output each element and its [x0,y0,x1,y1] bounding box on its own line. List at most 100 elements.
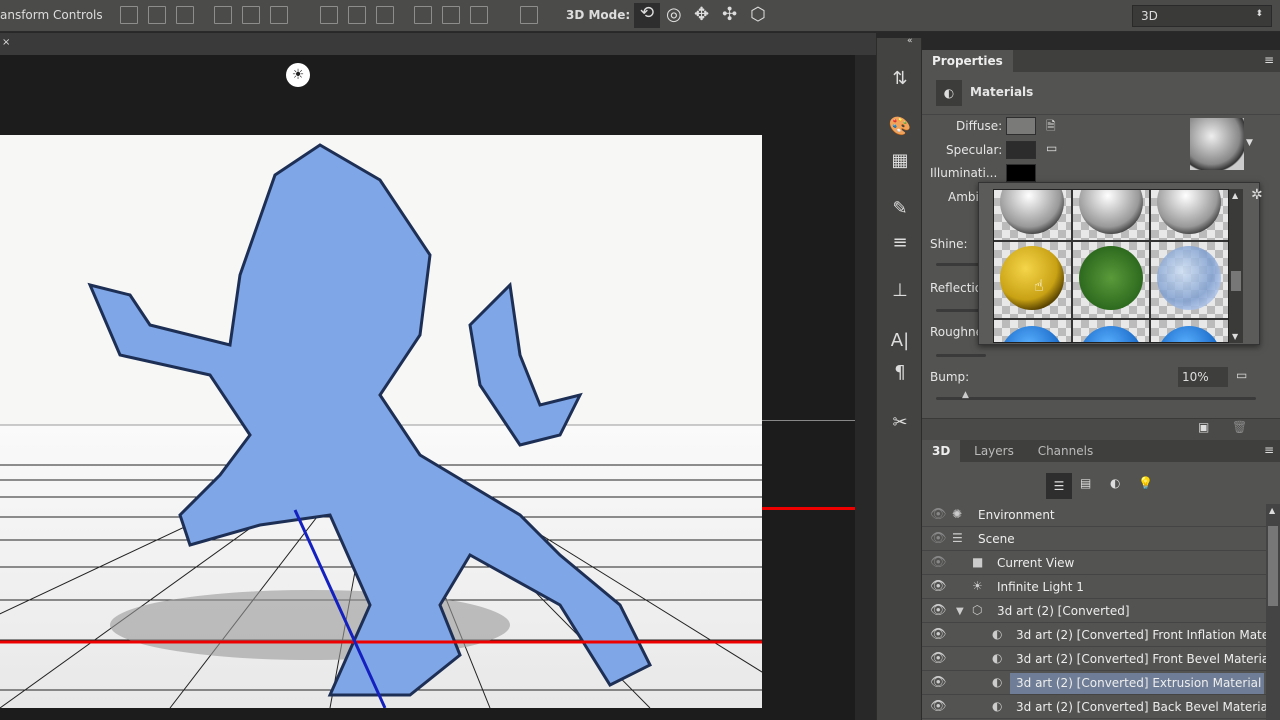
visibility-eye-icon[interactable]: 👁 [930,507,947,522]
visibility-eye-icon[interactable]: 👁 [930,555,947,570]
tree-row-environment[interactable]: 👁 ✺ Environment [922,504,1266,527]
bump-slider[interactable]: ▲ [936,390,1256,400]
material-preview[interactable] [1190,118,1244,170]
drag-3d-icon[interactable]: ✥ [694,4,709,25]
visibility-eye-icon[interactable]: 👁 [930,627,947,642]
material-blue-1[interactable] [994,320,1071,342]
material-icon: ◐ [992,627,1003,641]
tree-row-material-selected[interactable]: 👁 ◐ 3d art (2) [Converted] Extrusion Mater… [922,672,1266,695]
visibility-eye-icon[interactable]: 👁 [930,579,947,594]
texture-icon[interactable]: 🗎 [1046,117,1056,138]
document-canvas[interactable] [0,135,762,708]
illumination-label: Illuminati... [930,166,998,180]
collapse-icon[interactable]: « [907,36,913,46]
illumination-swatch[interactable] [1006,164,1036,182]
character-icon[interactable]: A| [887,328,913,354]
distribute-top-icon[interactable] [320,6,338,24]
material-blue-2[interactable] [1072,320,1150,342]
material-yellow[interactable]: ☝ [994,242,1071,318]
material-gray-2[interactable] [1072,190,1150,240]
bump-value: 10% [1182,370,1209,384]
visibility-eye-icon[interactable]: 👁 [930,651,947,666]
auto-align-icon[interactable] [520,6,538,24]
tree-row-infinite-light[interactable]: 👁 ☀ Infinite Light 1 [922,576,1266,599]
environment-icon: ✺ [952,507,963,521]
brushes-icon[interactable]: ✎ [887,196,913,222]
tree-row-material[interactable]: 👁 ◐ 3d art (2) [Converted] Front Inflation… [922,624,1280,647]
scale-3d-icon[interactable]: ⬡ [750,4,766,25]
shine-label: Shine: [930,237,968,251]
paragraph-icon[interactable]: ¶ [887,360,913,386]
swatches-icon[interactable]: 🎨 [887,114,913,140]
render-icon[interactable]: ▣ [1198,420,1209,434]
expand-triangle-icon[interactable]: ▼ [956,606,964,617]
distribute-hcenter-icon[interactable] [442,6,460,24]
specular-swatch[interactable] [1006,141,1036,159]
tree-scrollbar[interactable]: ▲ [1266,504,1280,720]
material-grid: ☝ [993,189,1229,343]
panel-menu-icon[interactable]: ≡ [1258,50,1280,70]
distribute-right-icon[interactable] [470,6,488,24]
picker-settings-gear-icon[interactable]: ✲ [1251,187,1263,203]
align-vcenter-icon[interactable] [148,6,166,24]
tab-channels[interactable]: Channels [1028,440,1104,462]
distribute-left-icon[interactable] [414,6,432,24]
horizon-line [762,420,855,421]
material-blue-3[interactable] [1151,320,1228,342]
tool-presets-icon[interactable]: ✂ [887,410,913,436]
visibility-eye-icon[interactable]: 👁 [930,531,947,546]
filter-materials-icon[interactable]: ◐ [1110,476,1120,490]
workspace-select[interactable]: 3D ⬍ [1132,5,1272,27]
brush-presets-icon[interactable]: ≡ [887,230,913,256]
clone-source-icon[interactable]: ⊥ [887,278,913,304]
material-picker-popup: ☝ ▲ ▼ ✲ [978,182,1263,345]
roll-3d-icon[interactable]: ◎ [666,4,682,25]
tab-properties[interactable]: Properties [922,50,1013,72]
picker-scrollbar[interactable]: ▲ ▼ [1229,189,1243,343]
history-icon[interactable]: ⇅ [887,66,913,92]
align-left-icon[interactable] [214,6,232,24]
trash-icon[interactable]: 🗑 [1232,420,1247,434]
grid-icon[interactable]: ▦ [887,148,913,174]
visibility-eye-icon[interactable]: 👁 [930,675,947,690]
tree-row-material[interactable]: 👁 ◐ 3d art (2) [Converted] Back Bevel Mate… [922,696,1271,719]
panel-menu-icon[interactable]: ≡ [1258,440,1280,460]
materials-icon: ◐ [936,80,962,106]
tab-3d[interactable]: 3D [922,440,961,462]
align-hcenter-icon[interactable] [242,6,260,24]
align-right-icon[interactable] [270,6,288,24]
scene-tree: 👁 ✺ Environment 👁 ☰ Scene 👁 ■ Current View 👁 ☀ I… [922,504,1280,720]
rotate-3d-icon[interactable]: ⟲ [634,3,660,28]
align-top-icon[interactable] [120,6,138,24]
3d-mode-label: 3D Mode: [566,8,631,22]
filter-lights-icon[interactable]: 💡 [1138,476,1153,490]
align-bottom-icon[interactable] [176,6,194,24]
visibility-eye-icon[interactable]: 👁 [930,699,947,714]
roughness-label: Roughne [930,325,983,339]
material-gray-3[interactable] [1151,190,1228,240]
material-dropdown-icon[interactable]: ▼ [1246,138,1253,148]
distribute-bottom-icon[interactable] [376,6,394,24]
tab-layers[interactable]: Layers [964,440,1024,462]
tree-row-current-view[interactable]: 👁 ■ Current View [922,552,1266,575]
bump-folder-icon[interactable]: ▭ [1236,368,1247,382]
bump-input[interactable]: 10% [1178,367,1228,387]
light-widget-icon[interactable]: ☀ [286,63,310,87]
close-icon[interactable]: × [2,37,10,48]
filter-meshes-icon[interactable]: ▤ [1080,476,1091,490]
material-gray-1[interactable] [994,190,1071,240]
distribute-vcenter-icon[interactable] [348,6,366,24]
diffuse-label: Diffuse: [956,119,1003,133]
diffuse-swatch[interactable] [1006,117,1036,135]
folder-icon[interactable]: ▭ [1046,141,1057,155]
slide-3d-icon[interactable]: ✣ [722,4,737,25]
material-green[interactable] [1072,242,1150,318]
section-title: Materials [970,85,1034,99]
visibility-eye-icon[interactable]: 👁 [930,603,947,618]
tree-row-scene[interactable]: 👁 ☰ Scene [922,528,1266,551]
material-blue-glass[interactable] [1151,242,1228,318]
filter-scene-icon[interactable]: ☰ [1046,473,1072,499]
tree-row-material[interactable]: 👁 ◐ 3d art (2) [Converted] Front Bevel Mat… [922,648,1272,671]
roughness-slider[interactable] [936,354,986,357]
tree-row-mesh[interactable]: 👁 ▼ ⬡ 3d art (2) [Converted] [922,600,1266,623]
